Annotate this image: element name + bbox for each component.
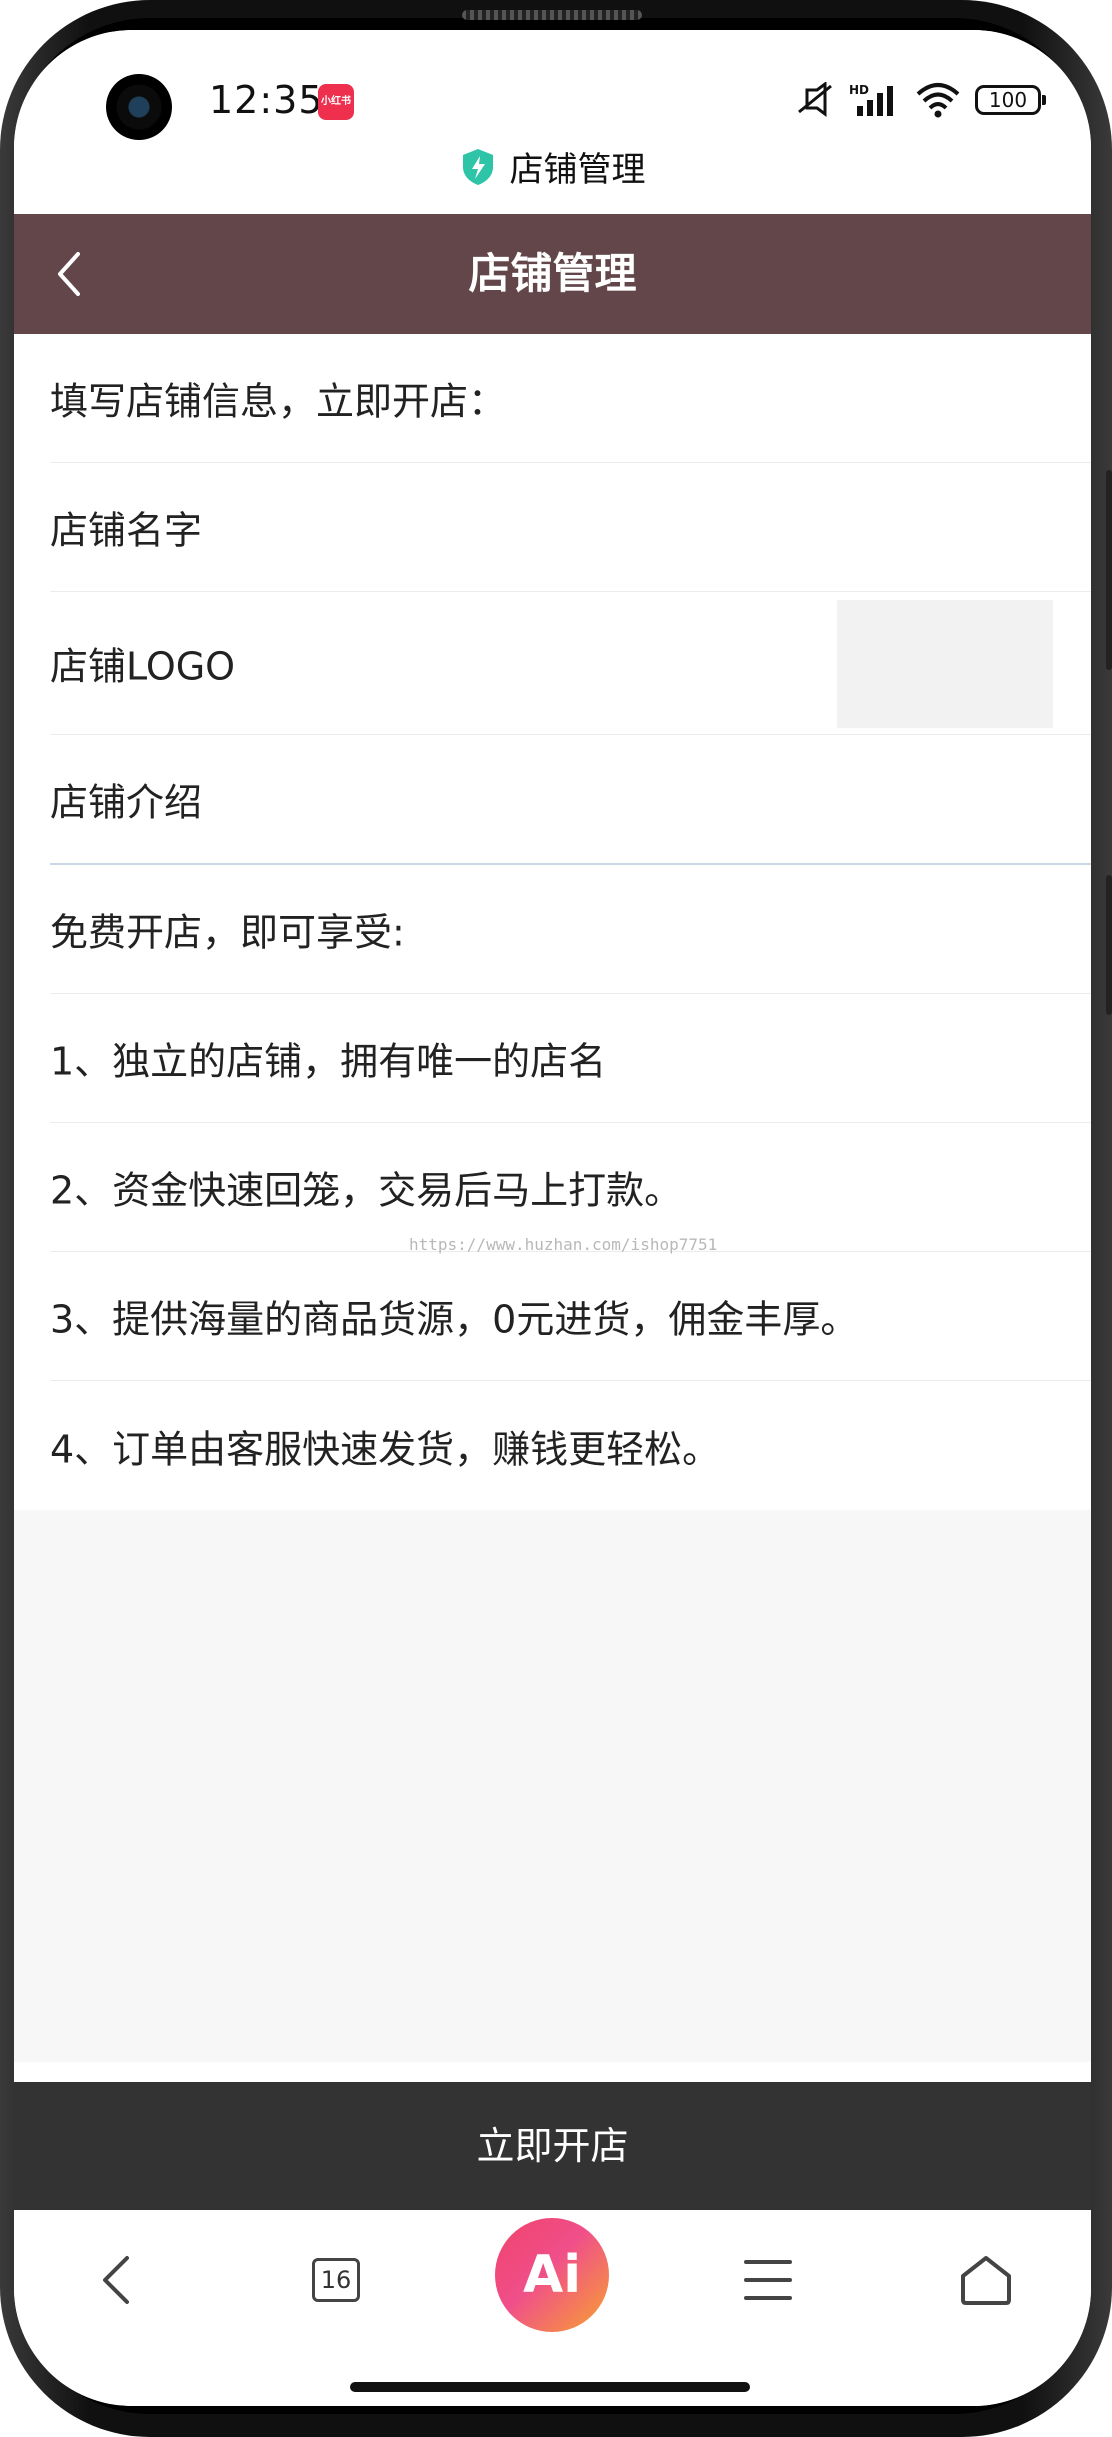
benefit-text: 2、资金快速回笼，交易后马上打款。 xyxy=(50,1168,683,1213)
mute-icon xyxy=(798,82,832,117)
power-button xyxy=(1106,875,1112,1015)
app-header: 店铺管理 xyxy=(14,214,1091,334)
form-intro-row: 填写店铺信息，立即开店： xyxy=(50,334,1091,463)
shop-logo-row: 店铺LOGO xyxy=(50,592,1091,735)
home-indicator[interactable] xyxy=(350,2382,750,2392)
shop-form-list: 填写店铺信息，立即开店： 店铺名字 店铺LOGO 店铺介绍 免费开店，即可享受:… xyxy=(14,334,1091,1510)
benefit-item: 1、独立的店铺，拥有唯一的店名 xyxy=(50,994,1091,1123)
logo-upload-box[interactable] xyxy=(837,600,1053,728)
home-icon xyxy=(961,2256,1011,2305)
status-bar: 12:35 小红书 HD 100 店铺管理 xyxy=(14,30,1091,210)
benefit-text: 1、独立的店铺，拥有唯一的店名 xyxy=(50,1039,607,1084)
benefit-item: 4、订单由客服快速发货，赚钱更轻松。 xyxy=(50,1381,1091,1510)
shield-icon xyxy=(462,148,493,185)
benefit-text: 4、订单由客服快速发货，赚钱更轻松。 xyxy=(50,1427,721,1471)
browser-bottom-nav: 16 Ai xyxy=(14,2210,1091,2406)
benefit-item: 2、资金快速回笼，交易后马上打款。 xyxy=(50,1123,1091,1252)
app-notification-icon: 小红书 xyxy=(318,84,354,120)
battery-icon: 100 xyxy=(975,85,1046,115)
benefits-heading: 免费开店，即可享受: xyxy=(50,910,405,955)
status-time: 12:35 xyxy=(209,78,324,122)
volume-button xyxy=(1106,470,1112,670)
screen: 12:35 小红书 HD 100 店铺管理 店铺管理 填写店铺信息，立即开店： … xyxy=(14,30,1091,2406)
menu-icon xyxy=(744,2260,792,2300)
hd-signal-icon: HD xyxy=(849,83,893,116)
benefits-heading-row: 免费开店，即可享受: xyxy=(50,865,1091,994)
nav-tabs-button[interactable]: 16 xyxy=(296,2240,376,2320)
shop-name-label: 店铺名字 xyxy=(50,508,203,553)
nav-back-button[interactable] xyxy=(78,2240,158,2320)
status-icons: HD 100 xyxy=(795,82,1046,118)
shop-name-field[interactable]: 店铺名字 xyxy=(50,463,1091,592)
form-intro-text: 填写店铺信息，立即开店： xyxy=(50,379,507,424)
nav-ai-button[interactable]: Ai xyxy=(495,2218,609,2332)
page-label: 店铺管理 xyxy=(14,142,1091,196)
page-label-text: 店铺管理 xyxy=(509,150,646,190)
shop-desc-label: 店铺介绍 xyxy=(50,780,203,825)
tabs-icon: 16 xyxy=(312,2258,360,2302)
shop-logo-label: 店铺LOGO xyxy=(50,644,236,689)
page-title: 店铺管理 xyxy=(468,249,637,298)
front-camera xyxy=(106,74,172,140)
device: 12:35 小红书 HD 100 店铺管理 店铺管理 填写店铺信息，立即开店： … xyxy=(0,0,1112,2437)
nav-menu-button[interactable] xyxy=(728,2240,808,2320)
nav-home-button[interactable] xyxy=(946,2240,1026,2320)
back-icon xyxy=(103,2256,129,2304)
shop-desc-field[interactable]: 店铺介绍 xyxy=(50,735,1091,865)
watermark-text: https://www.huzhan.com/ishop7751 xyxy=(409,1235,718,1254)
benefit-item: 3、提供海量的商品货源，0元进货，佣金丰厚。 xyxy=(50,1252,1091,1381)
speaker-grille xyxy=(462,10,642,20)
open-shop-button[interactable]: 立即开店 xyxy=(14,2082,1091,2210)
main-content: 填写店铺信息，立即开店： 店铺名字 店铺LOGO 店铺介绍 免费开店，即可享受:… xyxy=(14,334,1091,2062)
ai-icon: Ai xyxy=(495,2218,609,2332)
benefit-text: 3、提供海量的商品货源，0元进货，佣金丰厚。 xyxy=(50,1297,859,1342)
wifi-icon xyxy=(916,83,960,118)
svg-text:HD: HD xyxy=(849,83,869,97)
